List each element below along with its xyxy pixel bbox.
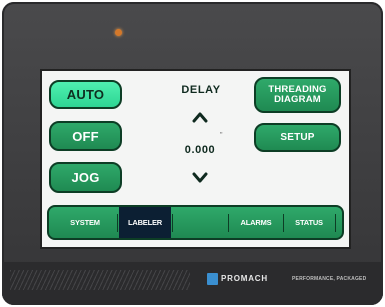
nav-divider [283, 214, 284, 232]
promach-logo-icon [207, 273, 218, 285]
tab-labeler-label: LABELER [127, 218, 163, 227]
brand-tagline: PERFORMANCE, PACKAGED [292, 276, 367, 282]
hmi-footer: PROMACH PERFORMANCE, PACKAGED [2, 262, 383, 305]
delay-value[interactable]: 0.000 [170, 144, 230, 156]
nav-divider [228, 214, 229, 232]
chevron-up-icon[interactable] [192, 109, 208, 125]
nav-divider [117, 214, 118, 232]
setup-button-label: SETUP [280, 132, 315, 143]
delay-label: DELAY [181, 84, 221, 96]
tab-alarms-label: ALARMS [240, 218, 272, 227]
setup-button[interactable]: SETUP [254, 123, 341, 152]
off-button-label: OFF [72, 128, 99, 144]
hmi-bezel: AUTO OFF JOG DELAY 0.000 " THREADING DIA… [2, 2, 383, 305]
threading-diagram-label-line2: DIAGRAM [274, 94, 321, 105]
jog-button[interactable]: JOG [49, 162, 122, 193]
tab-labeler[interactable]: LABELER [119, 207, 171, 238]
touch-screen: AUTO OFF JOG DELAY 0.000 " THREADING DIA… [40, 69, 351, 249]
nav-divider [172, 214, 173, 232]
decorative-stripes [10, 270, 190, 290]
tab-system[interactable]: SYSTEM [54, 207, 116, 238]
bottom-nav-bar: SYSTEM LABELER ALARMS STATUS [47, 205, 344, 240]
auto-button-label: AUTO [66, 87, 105, 102]
tab-status-label: STATUS [295, 218, 323, 227]
led-indicator-icon [115, 29, 122, 36]
jog-button-label: JOG [71, 170, 100, 185]
threading-diagram-button[interactable]: THREADING DIAGRAM [254, 77, 341, 113]
nav-divider [335, 214, 336, 232]
auto-button[interactable]: AUTO [49, 80, 122, 109]
chevron-down-icon[interactable] [192, 169, 208, 185]
brand-logo-text: PROMACH [221, 274, 268, 283]
tab-status[interactable]: STATUS [285, 207, 333, 238]
off-button[interactable]: OFF [49, 121, 122, 151]
delay-unit-mark: " [220, 132, 223, 139]
tab-alarms[interactable]: ALARMS [230, 207, 282, 238]
tab-blank[interactable] [174, 207, 226, 238]
tab-system-label: SYSTEM [70, 218, 100, 227]
